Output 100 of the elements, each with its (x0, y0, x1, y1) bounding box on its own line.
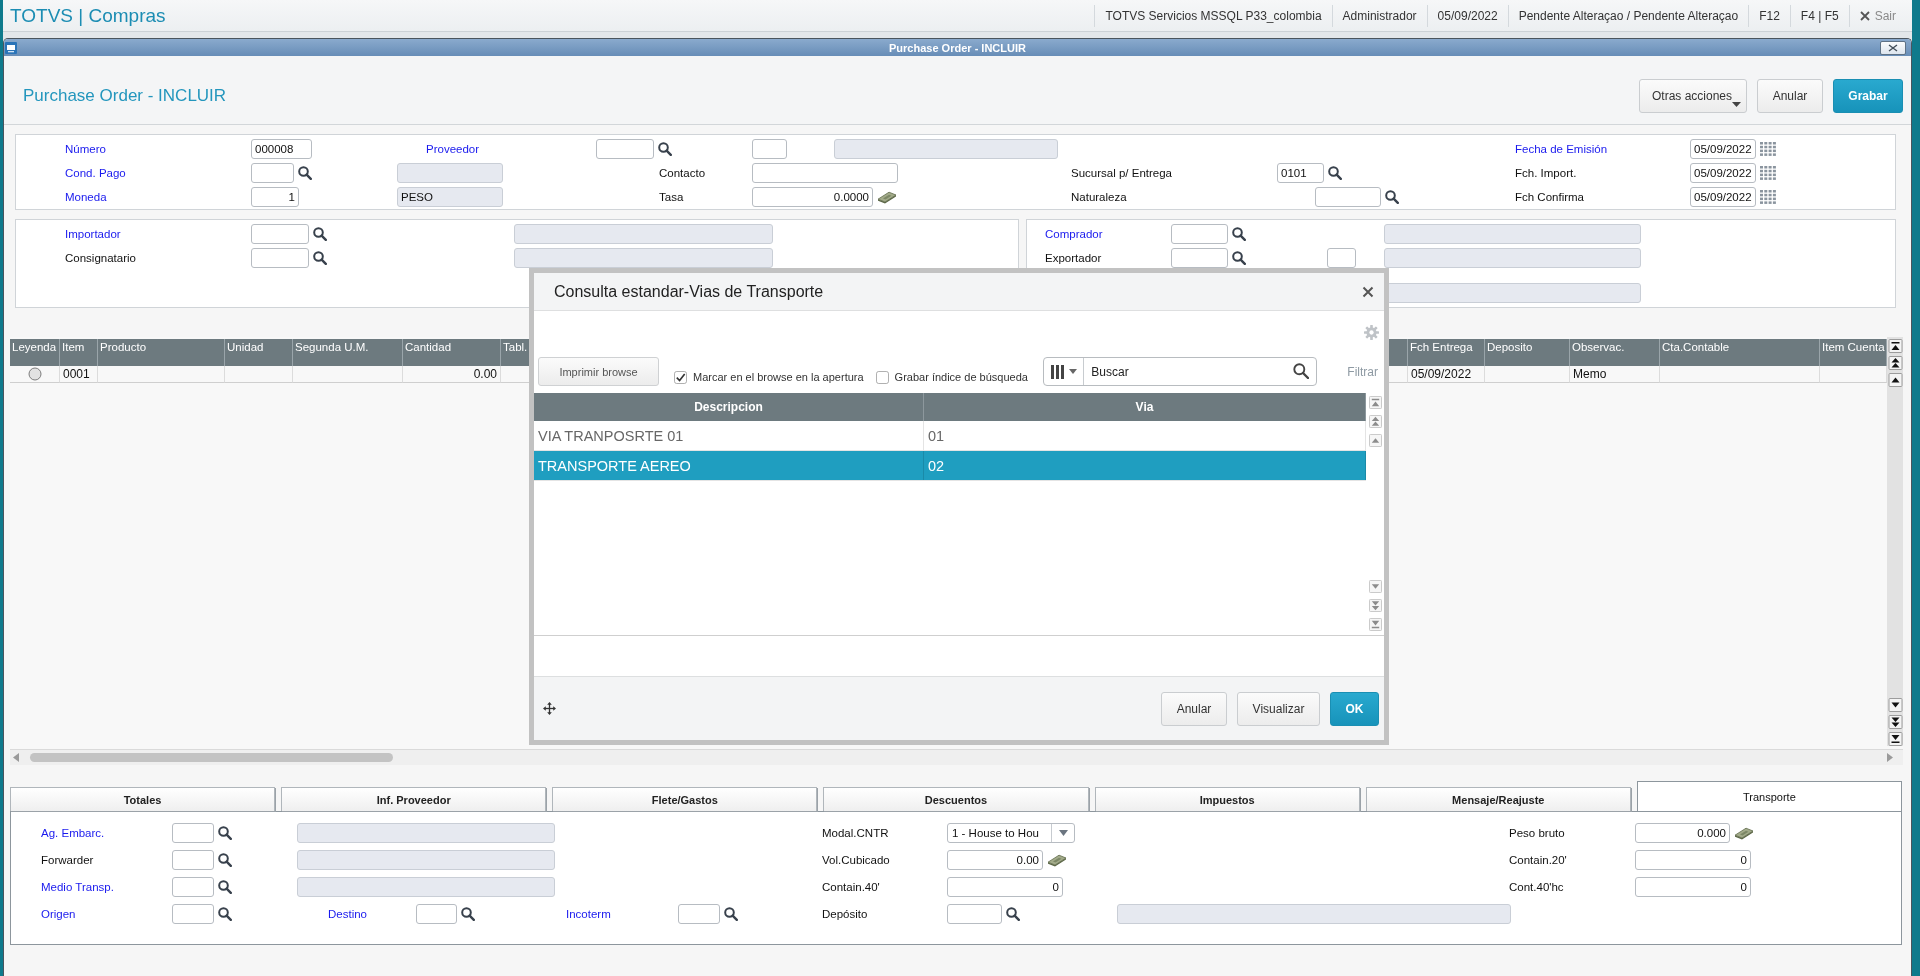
checkbox-label[interactable]: Marcar en el browse en la apertura (693, 371, 864, 383)
date-field[interactable]: 05/09/2022 (1690, 163, 1756, 183)
search-icon[interactable] (1232, 251, 1246, 265)
action-button[interactable]: Anular (1757, 79, 1823, 113)
lookup-field[interactable] (172, 903, 214, 924)
search-icon[interactable] (1328, 166, 1342, 180)
search-icon[interactable] (313, 227, 327, 241)
text-field[interactable] (752, 139, 787, 159)
dropdown-button[interactable]: Otras acciones (1639, 79, 1747, 113)
lookup-field[interactable] (172, 876, 214, 897)
search-icon[interactable] (313, 251, 327, 265)
print-button[interactable]: Imprimir browse (538, 357, 659, 386)
lookup-field[interactable] (251, 163, 294, 183)
scroll-top-button[interactable] (1887, 339, 1903, 353)
search-icon[interactable] (461, 906, 475, 921)
search-icon[interactable] (1232, 227, 1246, 241)
folder-tab[interactable]: Mensaje/Reajuste (1365, 787, 1631, 811)
scroll-left-button[interactable] (13, 753, 19, 762)
column-header[interactable]: Descripcion (534, 393, 924, 421)
search-icon[interactable] (218, 825, 232, 840)
column-header[interactable]: Deposito (1485, 339, 1570, 366)
number-field[interactable]: 1 (251, 187, 299, 207)
lookup-field[interactable] (172, 822, 214, 843)
banknote-icon[interactable] (1047, 852, 1067, 867)
number-field[interactable]: 0.000 (1635, 822, 1730, 843)
dropdown-field[interactable]: 1 - House to Hou (947, 822, 1075, 843)
lookup-field[interactable] (251, 248, 309, 268)
lookup-field[interactable] (251, 224, 309, 244)
scroll-down-button[interactable] (1887, 698, 1903, 712)
scrollbar-thumb[interactable] (30, 753, 393, 762)
calendar-icon[interactable] (1760, 166, 1776, 180)
column-header[interactable]: Item Cuenta (1820, 339, 1887, 366)
search-icon[interactable] (298, 166, 312, 180)
folder-tab[interactable]: Transporte (1636, 781, 1902, 811)
number-field[interactable]: 0 (947, 876, 1063, 897)
status-circle-icon[interactable] (27, 367, 42, 381)
column-header[interactable]: Via (924, 393, 1366, 421)
shortcut-button[interactable]: F4 | F5 (1789, 4, 1849, 27)
number-field[interactable]: 0.00 (947, 849, 1043, 870)
scroll-right-button[interactable] (1887, 753, 1893, 762)
scroll-bottom-button[interactable] (1887, 732, 1903, 746)
page-up-button[interactable] (1887, 356, 1903, 370)
calendar-icon[interactable] (1760, 142, 1776, 156)
page-down-button[interactable] (1887, 715, 1903, 729)
number-field[interactable]: 0 (1635, 849, 1751, 870)
column-header[interactable]: Producto (98, 339, 225, 366)
search-icon[interactable] (218, 879, 232, 894)
column-header[interactable]: Cantidad (403, 339, 501, 366)
column-header[interactable]: Segunda U.M. (293, 339, 403, 366)
banknote-icon[interactable] (877, 190, 897, 204)
search-icon[interactable] (1293, 363, 1310, 379)
search-icon[interactable] (1006, 906, 1020, 921)
folder-tab[interactable]: Totales (10, 787, 276, 811)
search-icon[interactable] (218, 852, 232, 867)
folder-tab[interactable]: Inf. Proveedor (281, 787, 547, 811)
search-field[interactable]: Buscar (1043, 357, 1318, 386)
column-header[interactable]: Fch Entrega (1408, 339, 1485, 366)
close-button[interactable] (1880, 40, 1906, 55)
lookup-field[interactable] (1315, 187, 1381, 207)
scroll-up-button[interactable] (1887, 373, 1903, 387)
text-field[interactable]: 000008 (251, 139, 312, 159)
checkbox[interactable] (674, 370, 687, 384)
action-button[interactable]: Visualizar (1237, 691, 1320, 726)
date-field[interactable]: 05/09/2022 (1690, 187, 1756, 207)
column-header[interactable]: Observac. (1570, 339, 1660, 366)
number-field[interactable]: 0 (1635, 876, 1751, 897)
lookup-field[interactable] (596, 139, 654, 159)
search-icon[interactable] (218, 906, 232, 921)
status-label: Administrador (1331, 4, 1427, 27)
banknote-icon[interactable] (1734, 825, 1754, 840)
shortcut-button[interactable]: F12 (1748, 4, 1790, 27)
lookup-field[interactable]: 0101 (1277, 163, 1324, 183)
folder-tab[interactable]: Descuentos (823, 787, 1089, 811)
folder-tab[interactable]: Impuestos (1094, 787, 1360, 811)
search-icon[interactable] (1385, 190, 1399, 204)
action-button[interactable]: Anular (1161, 691, 1227, 726)
lookup-field[interactable] (416, 903, 457, 924)
search-icon[interactable] (724, 906, 738, 921)
folder-tab[interactable]: Flete/Gastos (552, 787, 818, 811)
table-row[interactable]: VIA TRANPOSRTE 01 01 (534, 421, 1366, 451)
lookup-field[interactable] (1171, 224, 1228, 244)
search-icon[interactable] (658, 142, 672, 156)
close-button[interactable] (1362, 285, 1374, 298)
column-header[interactable]: Leyenda (10, 339, 60, 366)
number-field[interactable]: 0.0000 (752, 187, 873, 207)
column-header[interactable]: Unidad (225, 339, 293, 366)
column-header[interactable]: Item (60, 339, 98, 366)
column-header[interactable]: Cta.Contable (1660, 339, 1820, 366)
checkbox-label[interactable]: Grabar índice de búsqueda (894, 371, 1028, 383)
lookup-field[interactable] (947, 903, 1002, 924)
lookup-field[interactable] (172, 849, 214, 870)
date-field[interactable]: 05/09/2022 (1690, 139, 1756, 159)
checkbox[interactable] (875, 370, 889, 384)
lookup-field[interactable] (678, 903, 720, 924)
gear-icon[interactable] (1364, 325, 1379, 340)
lookup-field[interactable] (1171, 248, 1228, 268)
text-field[interactable] (1327, 248, 1356, 268)
text-field[interactable] (752, 163, 898, 183)
move-icon[interactable] (543, 702, 556, 715)
calendar-icon[interactable] (1760, 190, 1776, 204)
